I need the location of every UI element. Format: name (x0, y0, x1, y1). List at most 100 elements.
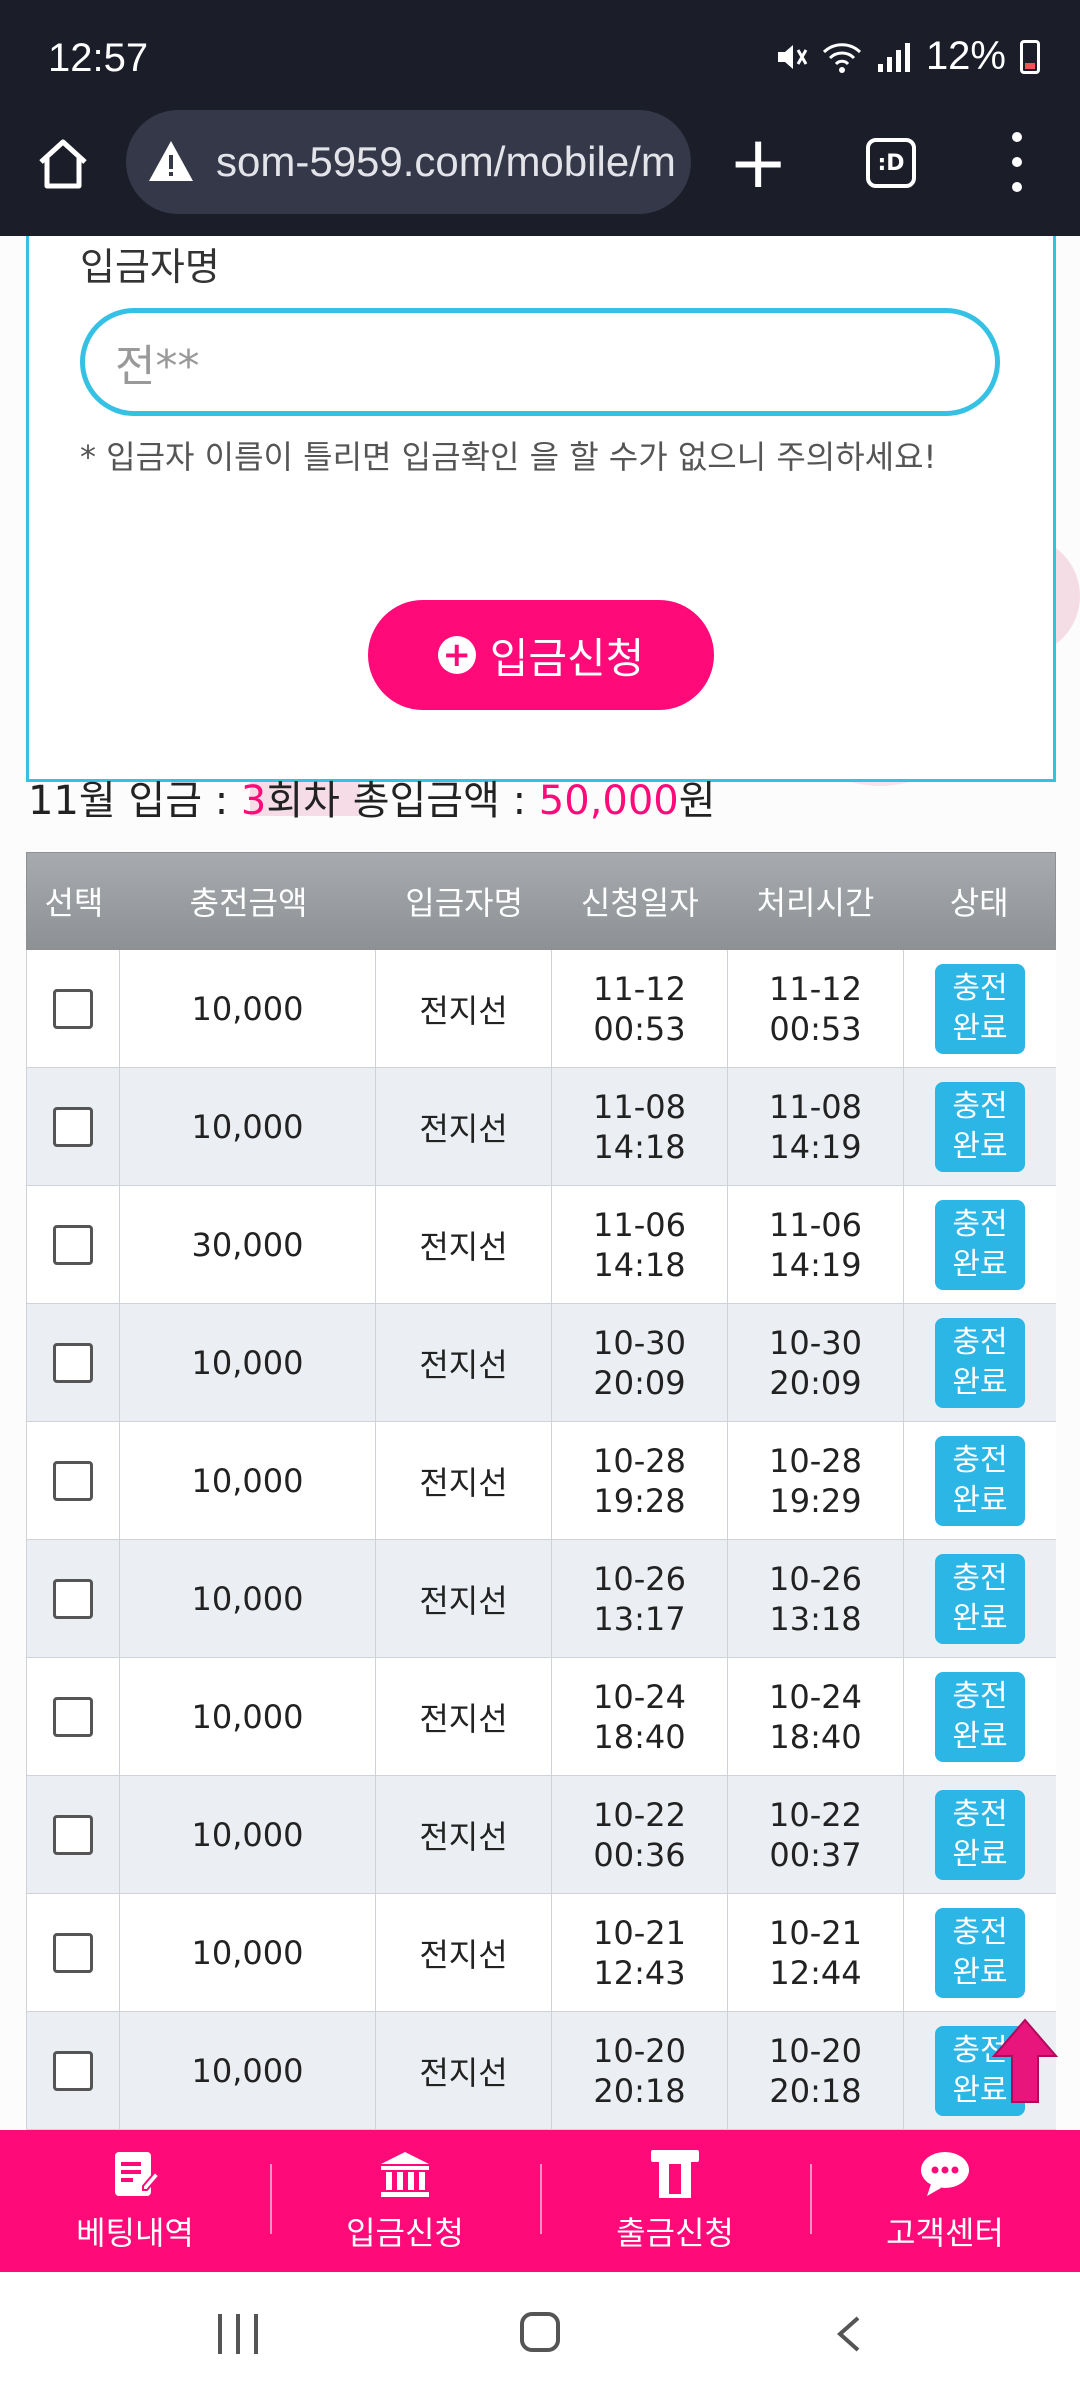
status-cell: 충전 완료 (904, 1894, 1056, 2011)
depositor-cell: 전지선 (376, 1068, 552, 1185)
status-cell: 충전 완료 (904, 1776, 1056, 1893)
browser-menu-button[interactable] (1002, 132, 1032, 192)
mute-icon (777, 44, 808, 69)
request-date-cell: 10-26 13:17 (552, 1540, 728, 1657)
signal-icon (877, 42, 910, 72)
request-date-cell: 10-21 12:43 (552, 1894, 728, 2011)
depositor-warning: * 입금자 이름이 틀리면 입금확인 을 할 수가 없으니 주의하세요! (80, 438, 937, 476)
request-date-cell: 10-30 20:09 (552, 1304, 728, 1421)
request-date-cell: 11-06 14:18 (552, 1186, 728, 1303)
request-date-cell: 10-22 00:36 (552, 1776, 728, 1893)
header-request-date: 신청일자 (580, 884, 699, 922)
process-time-cell: 10-20 20:18 (728, 2012, 904, 2129)
status-badge: 충전 완료 (935, 1553, 1025, 1644)
row-checkbox[interactable] (53, 1578, 93, 1619)
request-date-cell: 10-24 18:40 (552, 1658, 728, 1775)
table-row: 10,000 전지선 11-08 14:18 11-08 14:19 충전 완료 (26, 1068, 1056, 1186)
status-icons: 12% (774, 34, 1040, 79)
browser-toolbar: som-5959.com/mobile/m + :D (0, 110, 1080, 236)
status-cell: 충전 완료 (904, 1068, 1056, 1185)
header-process-time: 처리시간 (756, 884, 875, 922)
row-checkbox[interactable] (53, 1932, 93, 1973)
table-row: 10,000 전지선 11-12 00:53 11-12 00:53 충전 완료 (26, 950, 1056, 1068)
status-cell: 충전 완료 (904, 1540, 1056, 1657)
process-time-cell: 10-28 19:29 (728, 1422, 904, 1539)
status-cell: 충전 완료 (904, 1658, 1056, 1775)
row-checkbox[interactable] (53, 1106, 93, 1147)
request-date-cell: 10-28 19:28 (552, 1422, 728, 1539)
row-select-cell (26, 1186, 120, 1303)
row-select-cell (26, 950, 120, 1067)
table-row: 10,000 전지선 10-24 18:40 10-24 18:40 충전 완료 (26, 1658, 1056, 1776)
notepad-icon (115, 2152, 161, 2196)
url-text: som-5959.com/mobile/m (216, 138, 676, 185)
row-checkbox[interactable] (53, 988, 93, 1029)
status-badge: 충전 완료 (935, 1199, 1025, 1290)
row-select-cell (26, 1894, 120, 2011)
depositor-cell: 전지선 (376, 1186, 552, 1303)
table-row: 10,000 전지선 10-26 13:17 10-26 13:18 충전 완료 (26, 1540, 1056, 1658)
status-badge: 충전 완료 (935, 1081, 1025, 1172)
status-badge: 충전 완료 (935, 1789, 1025, 1880)
home-button[interactable] (30, 130, 96, 196)
row-checkbox[interactable] (53, 1342, 93, 1383)
row-select-cell (26, 1068, 120, 1185)
nav-label: 고객센터 (886, 2214, 1004, 2252)
nav-label: 베팅내역 (76, 2214, 194, 2252)
nav-withdraw[interactable]: 출금신청 (540, 2130, 810, 2272)
battery-icon (1020, 39, 1040, 74)
back-button[interactable] (830, 2314, 870, 2354)
depositor-name-input[interactable] (80, 308, 1000, 416)
scroll-to-top-button[interactable] (990, 2016, 1060, 2106)
new-tab-button[interactable]: + (728, 122, 788, 202)
recent-apps-button[interactable] (218, 2314, 258, 2354)
status-badge: 충전 완료 (935, 1317, 1025, 1408)
depositor-label: 입금자명 (80, 245, 220, 289)
status-bar: 12:57 12% (0, 0, 1080, 110)
amount-cell: 10,000 (120, 950, 376, 1067)
depositor-cell: 전지선 (376, 1658, 552, 1775)
status-cell: 충전 완료 (904, 1186, 1056, 1303)
battery-percent: 12% (925, 34, 1006, 78)
deposit-history-table: 선택 충전금액 입금자명 신청일자 처리시간 상태 10,000 전지선 11-12… (26, 852, 1056, 2130)
tab-switcher-button[interactable]: :D (866, 138, 916, 188)
request-date-cell: 10-20 20:18 (552, 2012, 728, 2129)
status-time: 12:57 (48, 36, 149, 80)
depositor-cell: 전지선 (376, 1304, 552, 1421)
header-depositor: 입금자명 (405, 884, 524, 922)
address-bar[interactable]: som-5959.com/mobile/m (126, 110, 691, 214)
nav-deposit[interactable]: 입금신청 (270, 2130, 540, 2272)
depositor-cell: 전지선 (376, 1776, 552, 1893)
row-checkbox[interactable] (53, 1460, 93, 1501)
deposit-request-button[interactable]: + 입금신청 (368, 600, 714, 710)
process-time-cell: 10-26 13:18 (728, 1540, 904, 1657)
depositor-cell: 전지선 (376, 1540, 552, 1657)
nav-label: 입금신청 (346, 2214, 464, 2252)
row-checkbox[interactable] (53, 1224, 93, 1265)
row-checkbox[interactable] (53, 2050, 93, 2091)
row-select-cell (26, 1540, 120, 1657)
depositor-cell: 전지선 (376, 2012, 552, 2129)
total-amount: 50,000 (538, 778, 679, 824)
nav-customer-center[interactable]: 고객센터 (810, 2130, 1080, 2272)
row-checkbox[interactable] (53, 1696, 93, 1737)
process-time-cell: 11-12 00:53 (728, 950, 904, 1067)
table-row: 10,000 전지선 10-28 19:28 10-28 19:29 충전 완료 (26, 1422, 1056, 1540)
system-home-button[interactable] (520, 2312, 560, 2352)
nav-betting-history[interactable]: 베팅내역 (0, 2130, 270, 2272)
amount-cell: 10,000 (120, 1658, 376, 1775)
depositor-cell: 전지선 (376, 1422, 552, 1539)
amount-cell: 10,000 (120, 1068, 376, 1185)
process-time-cell: 10-21 12:44 (728, 1894, 904, 2011)
wifi-icon (822, 42, 861, 73)
row-checkbox[interactable] (53, 1814, 93, 1855)
warning-icon[interactable] (146, 137, 196, 187)
amount-cell: 10,000 (120, 1540, 376, 1657)
deposit-request-label: 입금신청 (489, 633, 645, 683)
chat-icon (921, 2152, 969, 2196)
home-icon (39, 139, 87, 189)
bottom-nav: 베팅내역 입금신청 출금신청 고객센터 (0, 2130, 1080, 2272)
table-row: 10,000 전지선 10-21 12:43 10-21 12:44 충전 완료 (26, 1894, 1056, 2012)
page-content: 입금자명 * 입금자 이름이 틀리면 입금확인 을 할 수가 없으니 주의하세요… (0, 236, 1080, 2130)
header-status: 상태 (949, 884, 1009, 922)
